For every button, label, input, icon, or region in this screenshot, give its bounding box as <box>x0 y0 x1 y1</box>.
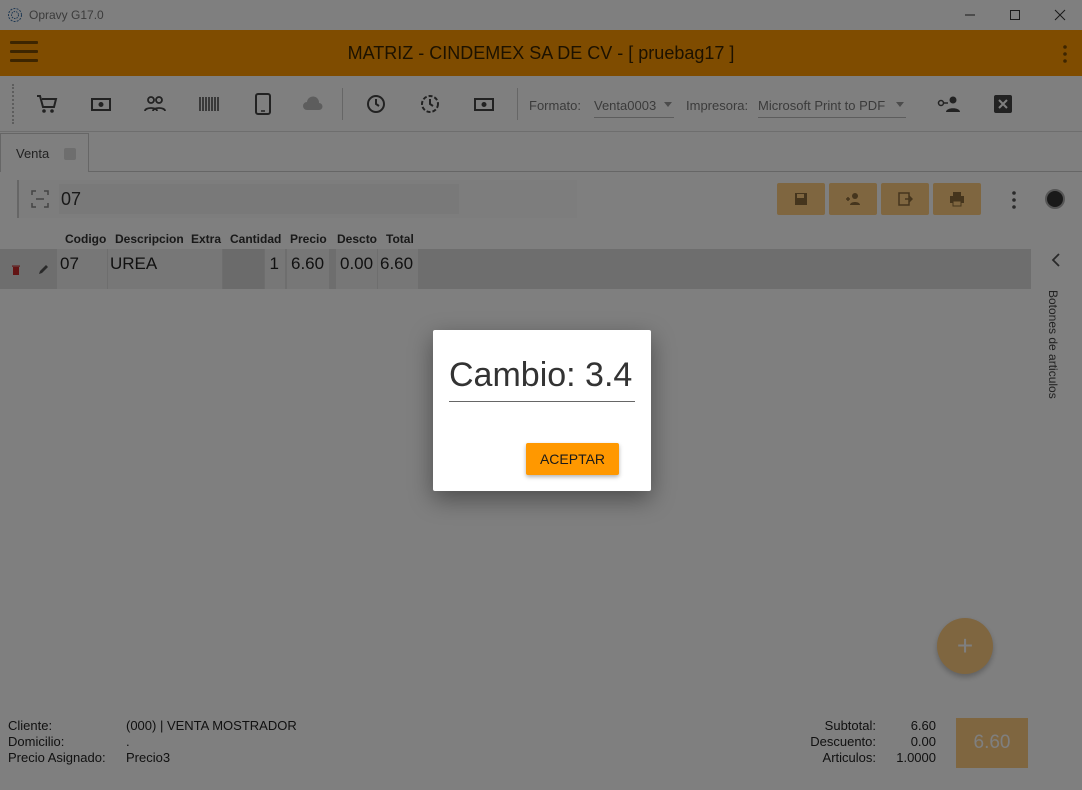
accept-button[interactable]: ACEPTAR <box>526 443 619 475</box>
change-dialog: Cambio: 3.4 ACEPTAR <box>433 330 651 491</box>
dialog-divider <box>449 401 635 402</box>
change-amount-text: Cambio: 3.4 <box>449 356 633 394</box>
